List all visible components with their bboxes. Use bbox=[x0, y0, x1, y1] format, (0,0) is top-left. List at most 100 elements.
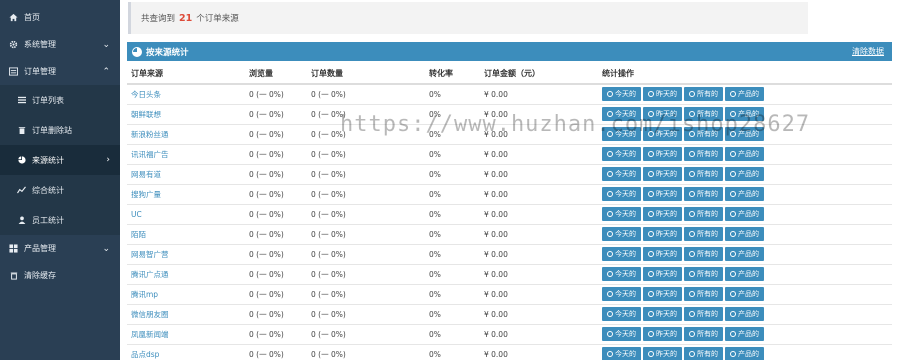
sidebar-item-staff-stats[interactable]: 员工统计 bbox=[0, 205, 120, 235]
today-button[interactable]: 今天的 bbox=[602, 87, 641, 102]
all-button[interactable]: 所有的 bbox=[684, 147, 723, 161]
rate-cell: 0% bbox=[425, 323, 480, 344]
sidebar-item-products[interactable]: 产品管理 ⌄ bbox=[0, 235, 120, 262]
source-cell[interactable]: 新浪粉丝通 bbox=[127, 123, 245, 144]
sidebar-item-orders[interactable]: 订单管理 ⌃ bbox=[0, 58, 120, 85]
all-button[interactable]: 所有的 bbox=[684, 287, 723, 301]
today-button[interactable]: 今天的 bbox=[602, 307, 641, 321]
all-button[interactable]: 所有的 bbox=[684, 347, 723, 360]
source-cell[interactable]: 网易有道 bbox=[127, 163, 245, 184]
button-label: 今天的 bbox=[615, 330, 636, 338]
today-button[interactable]: 今天的 bbox=[602, 287, 641, 301]
today-button[interactable]: 今天的 bbox=[602, 247, 641, 261]
column-header: 订单数量 bbox=[307, 64, 425, 85]
views-cell: 0 (一 0%) bbox=[245, 303, 307, 324]
yesterday-button[interactable]: 昨天的 bbox=[643, 167, 682, 181]
all-button[interactable]: 所有的 bbox=[684, 267, 723, 281]
product-button[interactable]: 产品的 bbox=[725, 127, 764, 141]
sidebar-item-overall-stats[interactable]: 综合统计 bbox=[0, 175, 120, 205]
today-button[interactable]: 今天的 bbox=[602, 187, 641, 201]
product-button[interactable]: 产品的 bbox=[725, 87, 764, 102]
product-button[interactable]: 产品的 bbox=[725, 187, 764, 201]
today-button[interactable]: 今天的 bbox=[602, 227, 641, 241]
product-button[interactable]: 产品的 bbox=[725, 307, 764, 321]
clear-data-link[interactable]: 清除数据 bbox=[852, 46, 884, 57]
rate-cell: 0% bbox=[425, 303, 480, 324]
product-button[interactable]: 产品的 bbox=[725, 347, 764, 360]
all-button[interactable]: 所有的 bbox=[684, 207, 723, 221]
today-button[interactable]: 今天的 bbox=[602, 207, 641, 221]
today-button[interactable]: 今天的 bbox=[602, 107, 641, 121]
sidebar-item-label: 系统管理 bbox=[24, 40, 56, 49]
source-cell[interactable]: 朝鲜联想 bbox=[127, 103, 245, 124]
product-button[interactable]: 产品的 bbox=[725, 147, 764, 161]
clock-icon bbox=[648, 351, 654, 358]
today-button[interactable]: 今天的 bbox=[602, 147, 641, 161]
all-button[interactable]: 所有的 bbox=[684, 247, 723, 261]
yesterday-button[interactable]: 昨天的 bbox=[643, 87, 682, 102]
chevron-up-icon: ⌃ bbox=[102, 66, 110, 77]
source-cell[interactable]: 搜狗广量 bbox=[127, 183, 245, 204]
all-button[interactable]: 所有的 bbox=[684, 227, 723, 241]
source-cell[interactable]: 腾讯mp bbox=[127, 283, 245, 304]
today-button[interactable]: 今天的 bbox=[602, 127, 641, 141]
product-button[interactable]: 产品的 bbox=[725, 247, 764, 261]
product-button[interactable]: 产品的 bbox=[725, 207, 764, 221]
source-cell[interactable]: 凤凰新闻端 bbox=[127, 323, 245, 344]
sidebar-item-order-recycle[interactable]: 订单删除站 bbox=[0, 115, 120, 145]
yesterday-button[interactable]: 昨天的 bbox=[643, 207, 682, 221]
today-button[interactable]: 今天的 bbox=[602, 167, 641, 181]
source-cell[interactable]: 陌陌 bbox=[127, 223, 245, 244]
source-cell[interactable]: 今日头条 bbox=[127, 83, 245, 104]
yesterday-button[interactable]: 昨天的 bbox=[643, 247, 682, 261]
sidebar-item-clear-cache[interactable]: 清除缓存 bbox=[0, 262, 120, 289]
rate-cell: 0% bbox=[425, 183, 480, 204]
source-cell[interactable]: UC bbox=[127, 203, 245, 224]
amount-cell: ¥ 0.00 bbox=[480, 303, 598, 324]
yesterday-button[interactable]: 昨天的 bbox=[643, 347, 682, 360]
product-button[interactable]: 产品的 bbox=[725, 267, 764, 281]
yesterday-button[interactable]: 昨天的 bbox=[643, 227, 682, 241]
today-button[interactable]: 今天的 bbox=[602, 347, 641, 360]
source-stats-table: 订单来源 浏览量 订单数量 转化率 订单金额（元） 统计操作 今日头条 0 (一 … bbox=[127, 64, 892, 360]
all-button[interactable]: 所有的 bbox=[684, 167, 723, 181]
yesterday-button[interactable]: 昨天的 bbox=[643, 287, 682, 301]
button-label: 今天的 bbox=[615, 250, 636, 258]
sidebar-item-system[interactable]: 系统管理 ⌄ bbox=[0, 31, 120, 58]
all-button[interactable]: 所有的 bbox=[684, 187, 723, 201]
sidebar-item-order-list[interactable]: 订单列表 bbox=[0, 85, 120, 115]
all-button[interactable]: 所有的 bbox=[684, 127, 723, 141]
source-cell[interactable]: 讯讯福广告 bbox=[127, 143, 245, 164]
all-button[interactable]: 所有的 bbox=[684, 107, 723, 121]
table-header-row: 订单来源 浏览量 订单数量 转化率 订单金额（元） 统计操作 bbox=[127, 64, 892, 85]
product-button[interactable]: 产品的 bbox=[725, 327, 764, 341]
clock-icon bbox=[648, 171, 654, 177]
product-button[interactable]: 产品的 bbox=[725, 287, 764, 301]
product-button[interactable]: 产品的 bbox=[725, 167, 764, 181]
orders-cell: 0 (一 0%) bbox=[307, 103, 425, 124]
source-cell[interactable]: 网易智广营 bbox=[127, 243, 245, 264]
source-cell[interactable]: 腾讯广点通 bbox=[127, 263, 245, 284]
all-button[interactable]: 所有的 bbox=[684, 307, 723, 321]
yesterday-button[interactable]: 昨天的 bbox=[643, 147, 682, 161]
yesterday-button[interactable]: 昨天的 bbox=[643, 127, 682, 141]
yesterday-button[interactable]: 昨天的 bbox=[643, 327, 682, 341]
clock-icon bbox=[648, 191, 654, 197]
clock-icon bbox=[689, 351, 695, 358]
today-button[interactable]: 今天的 bbox=[602, 327, 641, 341]
product-button[interactable]: 产品的 bbox=[725, 227, 764, 241]
source-cell[interactable]: 品点dsp bbox=[127, 343, 245, 360]
sidebar-item-home[interactable]: 首页 bbox=[0, 4, 120, 31]
product-button[interactable]: 产品的 bbox=[725, 107, 764, 121]
yesterday-button[interactable]: 昨天的 bbox=[643, 307, 682, 321]
source-cell[interactable]: 微信朋友圈 bbox=[127, 303, 245, 324]
result-notice: 共查询到 21 个订单来源 bbox=[128, 2, 808, 34]
all-button[interactable]: 所有的 bbox=[684, 327, 723, 341]
sidebar-item-source-stats[interactable]: 来源统计 › bbox=[0, 145, 120, 175]
yesterday-button[interactable]: 昨天的 bbox=[643, 187, 682, 201]
yesterday-button[interactable]: 昨天的 bbox=[643, 267, 682, 281]
yesterday-button[interactable]: 昨天的 bbox=[643, 107, 682, 121]
all-button[interactable]: 所有的 bbox=[684, 87, 723, 102]
rate-cell: 0% bbox=[425, 223, 480, 244]
today-button[interactable]: 今天的 bbox=[602, 267, 641, 281]
